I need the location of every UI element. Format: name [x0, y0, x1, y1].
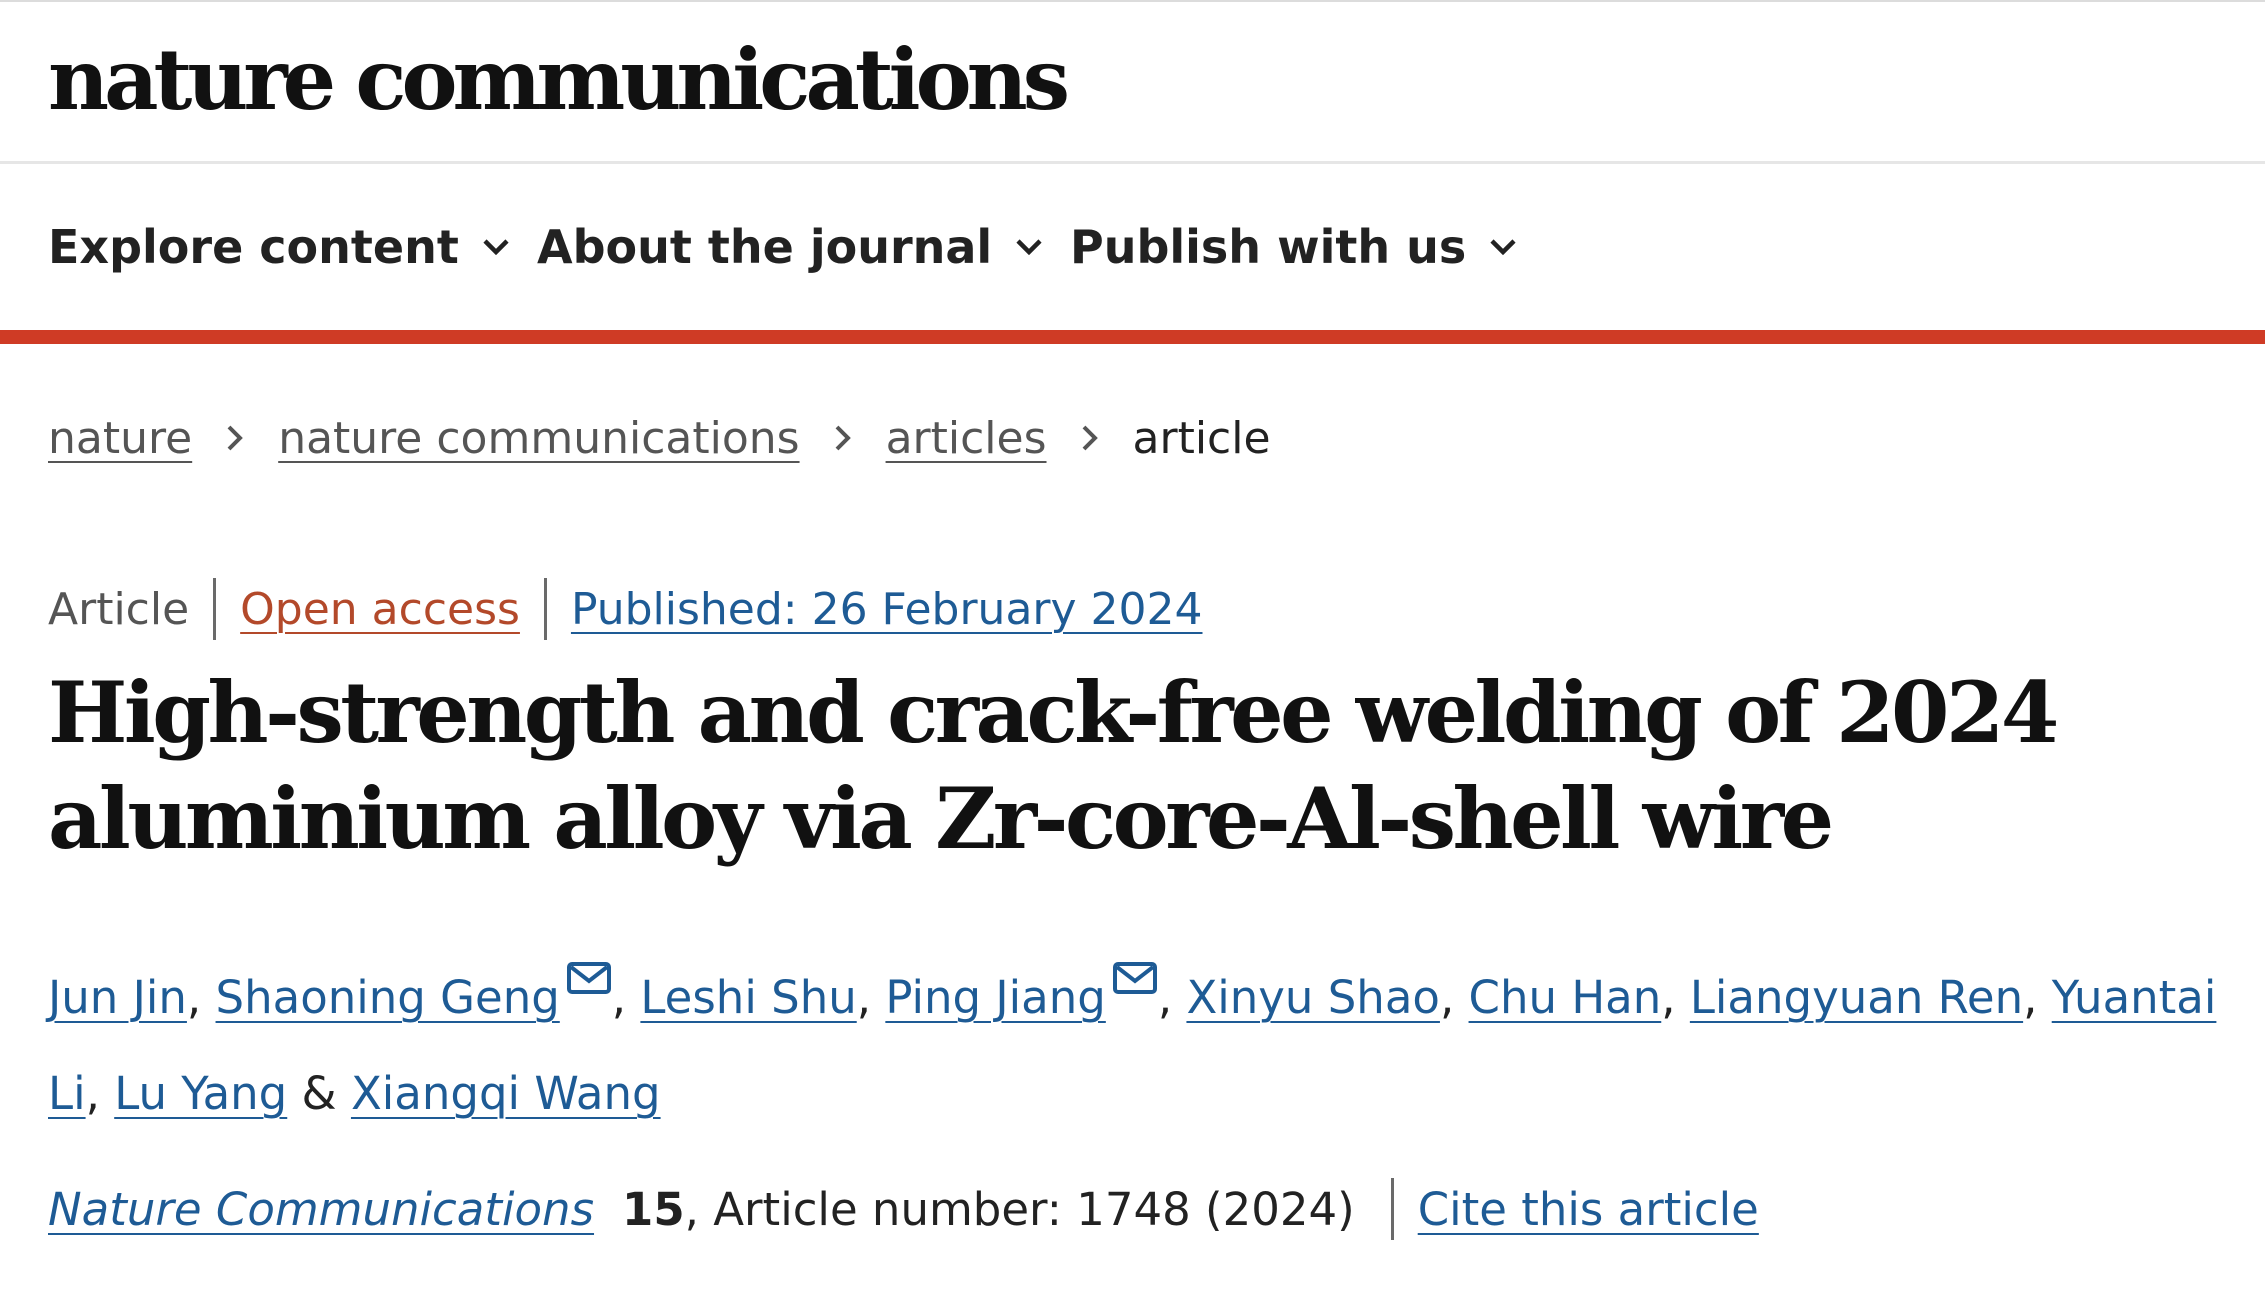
divider — [1390, 1178, 1394, 1240]
article-meta: Article Open access Published: 26 Februa… — [48, 572, 1203, 646]
chevron-down-icon — [1016, 239, 1042, 256]
author-list: Jun Jin, Shaoning Geng, Leshi Shu, Ping … — [48, 932, 2248, 1142]
breadcrumb-link-nature[interactable]: nature — [48, 413, 192, 464]
author-link[interactable]: Jun Jin — [48, 971, 187, 1024]
article-number: , Article number: 1748 (2024) — [684, 1182, 1355, 1236]
breadcrumb-link-articles[interactable]: articles — [886, 413, 1047, 464]
chevron-right-icon — [834, 423, 852, 453]
author-link[interactable]: Leshi Shu — [640, 971, 856, 1024]
breadcrumb-link-journal[interactable]: nature communications — [278, 413, 799, 464]
author-separator: , — [611, 971, 641, 1024]
author-separator: , — [1157, 971, 1187, 1024]
author-link[interactable]: Lu Yang — [114, 1067, 287, 1120]
author-link[interactable]: Shaoning Geng — [216, 971, 560, 1024]
nav-explore-content[interactable]: Explore content — [48, 164, 511, 330]
nav-about-journal[interactable]: About the journal — [537, 164, 1044, 330]
journal-logo[interactable]: nature communications — [48, 20, 1070, 140]
divider — [543, 578, 547, 640]
author-link[interactable]: Chu Han — [1469, 971, 1662, 1024]
author-separator: , — [186, 971, 216, 1024]
author-separator: , — [85, 1067, 115, 1120]
cite-article-link[interactable]: Cite this article — [1418, 1183, 1759, 1236]
journal-link[interactable]: Nature Communications — [48, 1183, 594, 1236]
breadcrumb-current: article — [1132, 412, 1271, 464]
author-separator: , — [856, 971, 886, 1024]
author-link[interactable]: Xinyu Shao — [1186, 971, 1440, 1024]
author-link[interactable]: Xiangqi Wang — [351, 1067, 661, 1120]
author-separator: , — [2023, 971, 2052, 1024]
citation-line: Nature Communications 15 , Article numbe… — [48, 1172, 1759, 1246]
chevron-down-icon — [483, 239, 509, 256]
volume-number: 15 — [622, 1182, 685, 1236]
breadcrumb: nature nature communications articles ar… — [48, 402, 1271, 474]
author-separator: & — [287, 1067, 351, 1120]
nav-publish-with-us[interactable]: Publish with us — [1070, 164, 1518, 330]
nav-item-label: Explore content — [48, 220, 459, 274]
article-title: High-strength and crack-free welding of … — [48, 663, 2059, 868]
mail-icon[interactable] — [1112, 932, 1158, 1028]
published-date-link[interactable]: Published: 26 February 2024 — [571, 584, 1203, 635]
main-nav: Explore content About the journal Publis… — [0, 164, 2265, 330]
nav-item-label: About the journal — [537, 220, 993, 274]
chevron-right-icon — [1081, 423, 1099, 453]
author-separator: , — [1661, 971, 1690, 1024]
site-header: nature communications — [0, 0, 2265, 164]
chevron-right-icon — [226, 423, 244, 453]
mail-icon[interactable] — [566, 932, 612, 1028]
author-link[interactable]: Ping Jiang — [885, 971, 1105, 1024]
open-access-link[interactable]: Open access — [240, 584, 520, 635]
chevron-down-icon — [1490, 239, 1516, 256]
divider — [213, 578, 217, 640]
nav-item-label: Publish with us — [1070, 220, 1467, 274]
article-type: Article — [48, 583, 190, 635]
accent-bar — [0, 330, 2265, 344]
author-link[interactable]: Liangyuan Ren — [1690, 971, 2023, 1024]
author-separator: , — [1439, 971, 1469, 1024]
